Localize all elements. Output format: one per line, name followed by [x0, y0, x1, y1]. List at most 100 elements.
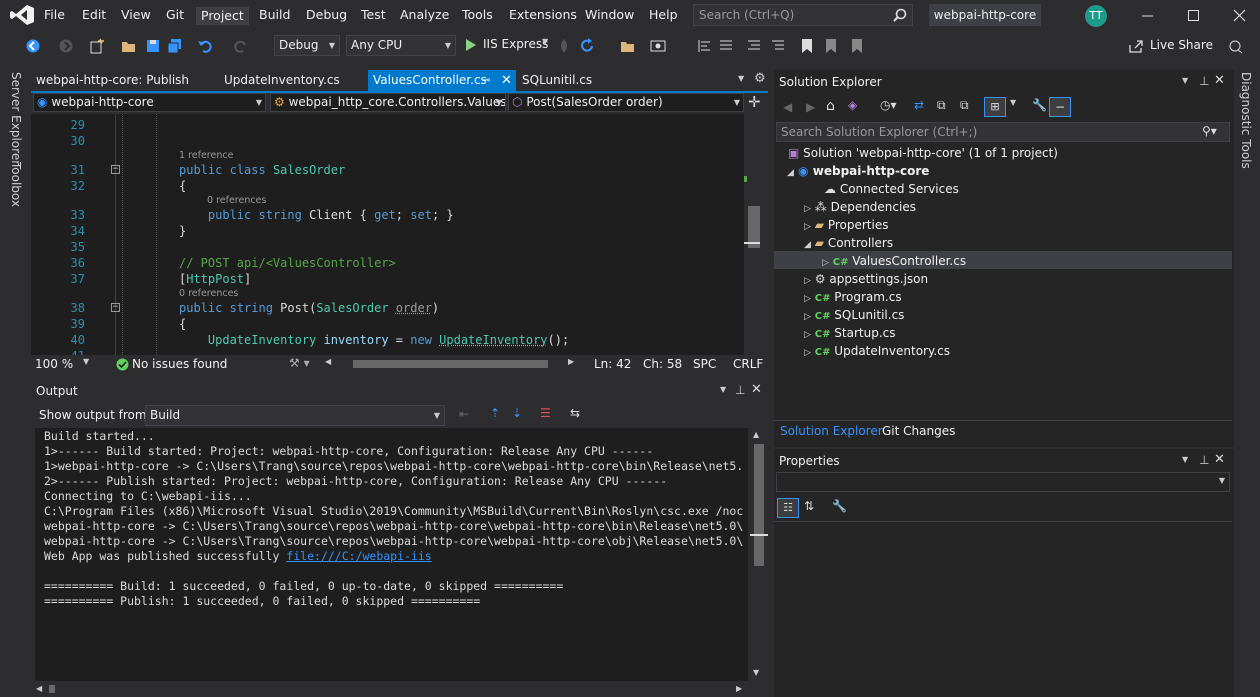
expanded-caret-icon[interactable]: ◢ — [804, 240, 811, 250]
collapsed-caret-icon[interactable]: ▷ — [804, 348, 811, 358]
feedback-icon[interactable] — [1228, 38, 1244, 54]
menu-file[interactable]: File — [40, 7, 69, 25]
tree-item-controllers[interactable]: ◢ ▰ Controllers — [804, 234, 893, 252]
solution-platform-select[interactable]: Any CPU ▼ — [346, 35, 456, 56]
menu-edit[interactable]: Edit — [78, 7, 110, 25]
scroll-up-icon[interactable]: ▲ — [753, 430, 759, 439]
bookmark-prev-icon[interactable] — [824, 38, 838, 54]
menu-analyze[interactable]: Analyze — [396, 7, 453, 25]
codelens-references[interactable]: 1 reference — [179, 150, 233, 161]
clear-all-icon[interactable]: ☰ — [540, 406, 551, 420]
save-icon[interactable] — [145, 38, 161, 54]
pin-icon[interactable]: ⊸ — [482, 70, 490, 91]
toolbox-tab[interactable]: Toolbox — [9, 162, 23, 207]
tree-item-sqlunitil[interactable]: ▷ C# SQLunitil.cs — [804, 306, 904, 324]
run-target-dropdown-icon[interactable]: ▼ — [542, 37, 548, 46]
pin-icon[interactable]: ⊥ — [1199, 74, 1209, 88]
tree-item-dependencies[interactable]: ▷ ⁂ Dependencies — [804, 198, 916, 216]
close-pane-icon[interactable]: ✕ — [1214, 73, 1225, 88]
navigate-back-icon[interactable] — [25, 38, 41, 54]
alphabetical-icon[interactable]: ⇅ — [804, 499, 814, 513]
collapse-icon[interactable]: − — [111, 165, 120, 174]
maximize-icon[interactable] — [1184, 5, 1204, 25]
tree-item-appsettings[interactable]: ▷ ⚙ appsettings.json — [804, 270, 928, 288]
close-window-icon[interactable] — [1230, 5, 1250, 25]
collapse-all-icon[interactable]: ⧉ — [937, 98, 946, 113]
code-cleanup-icon[interactable]: ⚒ ▾ — [289, 356, 310, 370]
gear-icon[interactable]: ⚙ — [754, 71, 766, 86]
codelens-references[interactable]: 0 references — [179, 288, 238, 299]
whitespace-indicator[interactable]: SPC — [693, 357, 716, 371]
scroll-left-icon[interactable]: ◀ — [325, 357, 331, 366]
pin-icon[interactable]: ⊥ — [735, 383, 745, 397]
preview-selected-icon[interactable]: ⊞ — [984, 97, 1006, 117]
horizontal-scroll-thumb[interactable] — [353, 360, 548, 368]
format-lines-icon[interactable] — [746, 38, 762, 54]
tree-item-connected-services[interactable]: ☁ Connected Services — [824, 180, 959, 198]
scroll-thumb[interactable] — [754, 444, 764, 566]
live-share-icon[interactable] — [1128, 39, 1144, 53]
live-share-button[interactable]: Live Share — [1150, 38, 1213, 52]
zoom-dropdown-icon[interactable]: ▼ — [83, 357, 89, 366]
categorized-icon[interactable]: ☷ — [777, 498, 799, 518]
switch-views-icon[interactable]: ◈ — [848, 98, 857, 112]
undo-icon[interactable] — [197, 38, 215, 54]
show-all-files-icon[interactable]: ⧉ — [960, 98, 969, 113]
tree-item-program[interactable]: ▷ C# Program.cs — [804, 288, 902, 306]
scroll-thumb[interactable] — [49, 685, 55, 693]
avatar[interactable]: TT — [1085, 5, 1107, 27]
column-indicator[interactable]: Ch: 58 — [643, 357, 682, 371]
codelens-references[interactable]: 0 references — [207, 195, 266, 206]
window-position-icon[interactable]: ▼ — [1182, 455, 1188, 464]
tab-valuescontroller[interactable]: ValuesController.cs ⊸ ✕ — [368, 70, 516, 91]
member-nav-select[interactable]: ⬡ Post(SalesOrder order) ▼ — [508, 93, 744, 112]
scroll-down-icon[interactable]: ▼ — [753, 668, 759, 677]
issues-status[interactable]: No issues found — [132, 357, 227, 371]
window-position-icon[interactable]: ▼ — [1182, 76, 1188, 85]
visual-studio-logo-icon[interactable] — [10, 5, 34, 25]
toggle-comment-icon[interactable] — [718, 38, 734, 54]
bookmark-icon[interactable] — [800, 38, 814, 54]
output-text-area[interactable]: Build started... 1>------ Build started:… — [35, 428, 748, 681]
menu-git[interactable]: Git — [162, 7, 188, 25]
class-nav-select[interactable]: ⚙ webpai_http_core.Controllers.ValuesC ▼ — [270, 93, 506, 112]
property-pages-icon[interactable]: 🔧 — [832, 499, 847, 513]
editor-vertical-scrollbar[interactable] — [744, 114, 768, 355]
tree-item-startup[interactable]: ▷ C# Startup.cs — [804, 324, 896, 342]
tab-list-dropdown-icon[interactable]: ▼ — [738, 74, 744, 83]
screenshot-icon[interactable] — [650, 38, 666, 54]
word-wrap-icon[interactable]: ⇆ — [570, 406, 580, 420]
line-indicator[interactable]: Ln: 42 — [594, 357, 631, 371]
solution-search-input[interactable]: Search Solution Explorer (Ctrl+;) — [776, 122, 1230, 142]
new-project-icon[interactable] — [89, 38, 105, 54]
menu-tools[interactable]: Tools — [458, 7, 497, 25]
toggle-pane-icon[interactable]: − — [1049, 97, 1071, 117]
menu-help[interactable]: Help — [645, 7, 682, 25]
pending-changes-filter-icon[interactable]: ◷▾ — [880, 98, 897, 112]
properties-wrench-icon[interactable]: 🔧 — [1032, 98, 1047, 112]
sync-icon[interactable]: ⇄ — [914, 98, 924, 112]
pin-icon[interactable]: ⊥ — [1199, 453, 1209, 467]
code-editor[interactable]: 29 30 1 reference 31 − public class Sale… — [31, 114, 744, 355]
solution-configuration-select[interactable]: Debug ▼ — [274, 35, 340, 56]
object-select[interactable]: ▼ — [776, 472, 1230, 492]
close-pane-icon[interactable]: ✕ — [751, 382, 762, 397]
save-all-icon[interactable] — [167, 38, 183, 54]
browse-folder-icon[interactable] — [620, 38, 636, 54]
menu-build[interactable]: Build — [255, 7, 294, 25]
window-position-icon[interactable]: ▼ — [720, 385, 726, 394]
tab-sqlunitil[interactable]: SQLunitil.cs — [517, 70, 637, 91]
dropdown-icon[interactable]: ▼ — [1010, 98, 1016, 107]
collapsed-caret-icon[interactable]: ▷ — [804, 222, 811, 232]
menu-project[interactable]: Project — [196, 7, 249, 25]
tree-project[interactable]: ◢ ◉ webpai-http-core — [787, 162, 929, 180]
tree-item-properties[interactable]: ▷ ▰ Properties — [804, 216, 888, 234]
menu-test[interactable]: Test — [357, 7, 390, 25]
line-ending-indicator[interactable]: CRLF — [733, 357, 763, 371]
tab-updateinventory[interactable]: UpdateInventory.cs — [219, 70, 365, 91]
minimize-icon[interactable] — [1138, 5, 1158, 25]
expanded-caret-icon[interactable]: ◢ — [787, 168, 794, 178]
output-horizontal-scrollbar[interactable]: ◀ ▶ — [31, 681, 768, 697]
menu-window[interactable]: Window — [581, 7, 638, 25]
menu-extensions[interactable]: Extensions — [505, 7, 581, 25]
